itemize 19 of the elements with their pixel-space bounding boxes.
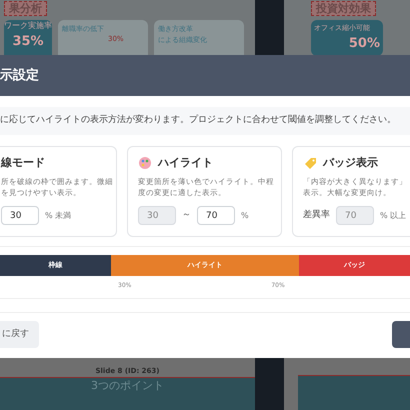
- range-separator: ～: [182, 208, 191, 222]
- reset-button[interactable]: に戻す: [0, 321, 39, 348]
- mode-title: ハイライト: [158, 154, 213, 171]
- threshold-input[interactable]: 70: [197, 206, 235, 225]
- dialog-title: 示設定: [0, 66, 39, 85]
- palette-icon: [138, 156, 152, 170]
- unit-label: %: [241, 210, 249, 222]
- threshold-input[interactable]: 30: [1, 206, 39, 225]
- stat-label: ワーク実施率: [4, 20, 52, 32]
- unit-label: % 以上: [380, 210, 406, 222]
- tag-icon: [303, 156, 317, 170]
- stat-value: 35%: [12, 33, 44, 51]
- mode-title: バッジ表示: [323, 154, 378, 171]
- mode-title: 線モード: [1, 154, 45, 171]
- description-text: に応じてハイライトの表示方法が変わります。プロジェクトに合わせて閾値を調整してください。: [0, 114, 396, 128]
- stat-value: 50%: [348, 34, 380, 52]
- field-label: 差異率: [303, 208, 330, 222]
- unit-label: % 未満: [45, 210, 72, 222]
- slide-heading: 3つのポイント: [91, 378, 164, 394]
